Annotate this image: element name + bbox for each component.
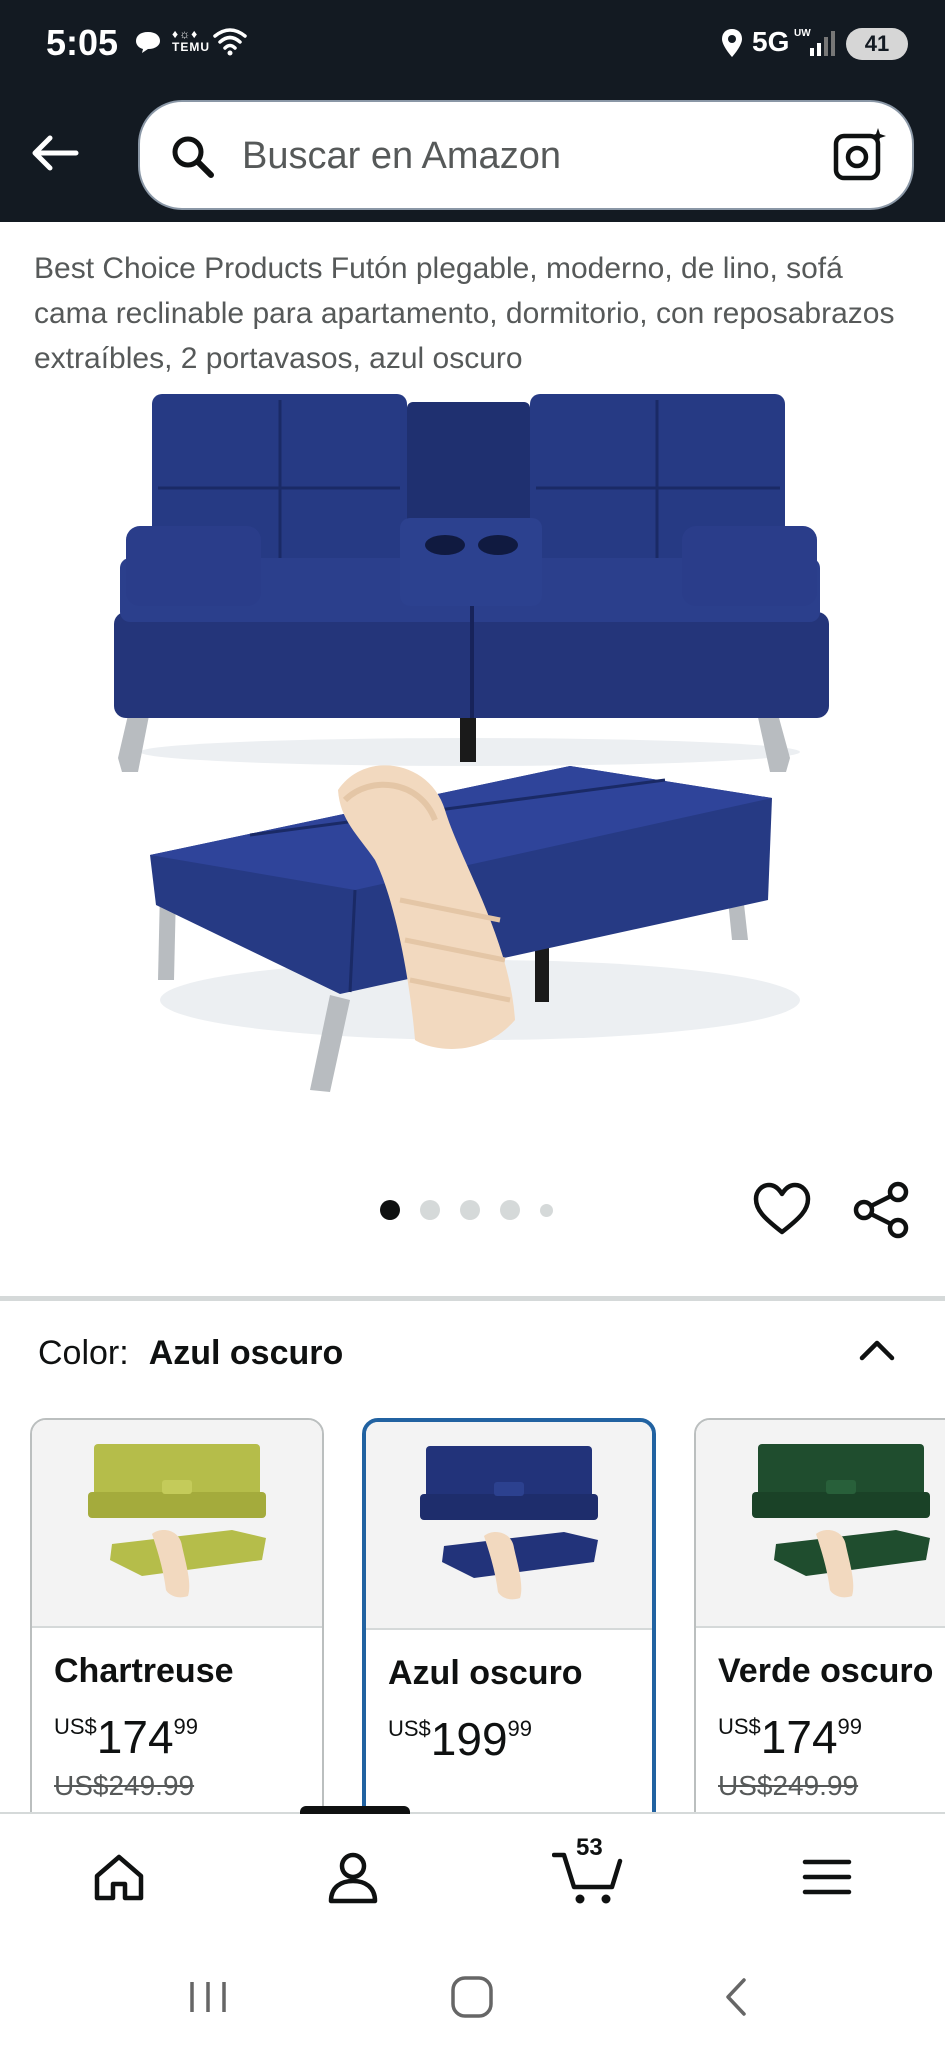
swatch-name: Chartreuse: [54, 1652, 234, 1690]
nav-home-button[interactable]: [84, 1842, 154, 1912]
search-input[interactable]: [242, 130, 802, 182]
swatch-list-price: US$249.99: [718, 1770, 859, 1801]
arrow-left-icon: [32, 135, 79, 171]
swatch-price: US$19999: [388, 1713, 533, 1765]
share-icon[interactable]: [852, 1180, 912, 1240]
section-divider: [0, 1296, 945, 1301]
swatch-name: Verde oscuro: [718, 1652, 934, 1690]
system-nav-bar: [0, 1942, 945, 2048]
nav-account-button[interactable]: [318, 1842, 388, 1912]
network-type: 5G: [752, 26, 790, 57]
account-icon: [328, 1852, 378, 1904]
carousel-dot[interactable]: [380, 1200, 400, 1220]
wifi-icon: [213, 28, 247, 56]
color-swatch-azul-oscuro[interactable]: Azul oscuro US$19999: [362, 1418, 656, 1812]
status-bar: 5:05 ♦☼♦ TEMU 5G UW 41: [0, 0, 945, 92]
swatch-image: [696, 1420, 945, 1628]
chevron-up-icon[interactable]: [850, 1326, 904, 1372]
product-title[interactable]: Best Choice Products Futón plegable, mod…: [34, 246, 914, 381]
carousel-dot[interactable]: [420, 1200, 440, 1220]
signal-icon: [810, 31, 835, 56]
active-tab-indicator: [300, 1806, 410, 1814]
color-selector-header[interactable]: Color: Azul oscuro: [38, 1334, 343, 1373]
temu-notification-icon: ♦☼♦ TEMU: [172, 27, 210, 54]
image-carousel-dots[interactable]: [380, 1198, 553, 1222]
swatch-name: Azul oscuro: [388, 1654, 583, 1692]
swatch-price: US$17499: [718, 1711, 863, 1763]
carousel-dot[interactable]: [460, 1200, 480, 1220]
search-bar[interactable]: [138, 100, 914, 210]
message-icon: [136, 32, 160, 53]
status-time: 5:05: [46, 22, 119, 63]
swatch-image: [32, 1420, 322, 1628]
back-button[interactable]: [22, 120, 88, 186]
search-icon[interactable]: [168, 132, 216, 180]
color-label: Color:: [38, 1334, 129, 1372]
home-system-icon[interactable]: [442, 1972, 502, 2022]
color-swatch-verde-oscuro[interactable]: Verde oscuro US$17499 US$249.99: [694, 1418, 945, 1812]
swatch-list-price: US$249.99: [54, 1770, 195, 1801]
color-swatches: Chartreuse US$17499 US$249.99 Azul oscur…: [0, 1418, 945, 1812]
swatch-price: US$17499: [54, 1711, 199, 1763]
home-icon: [94, 1854, 144, 1901]
nav-cart-button[interactable]: 53: [550, 1834, 626, 1912]
cart-count-badge: 53: [576, 1834, 603, 1861]
camera-search-icon[interactable]: [830, 124, 890, 184]
carousel-dot[interactable]: [540, 1203, 553, 1217]
location-icon: [722, 29, 742, 57]
heart-icon[interactable]: [752, 1180, 812, 1240]
carousel-dot[interactable]: [500, 1200, 520, 1220]
selected-color-value: Azul oscuro: [148, 1334, 344, 1372]
sofa-flat-image: [150, 765, 800, 1092]
swatch-image: [366, 1422, 652, 1630]
product-image[interactable]: [100, 380, 840, 1120]
recent-apps-icon[interactable]: [178, 1972, 238, 2022]
menu-icon: [802, 1859, 852, 1895]
bottom-nav: 53: [0, 1806, 945, 1942]
app-header: [0, 92, 945, 222]
back-system-icon[interactable]: [706, 1972, 766, 2022]
sofa-upright-image: [114, 394, 829, 772]
color-swatch-chartreuse[interactable]: Chartreuse US$17499 US$249.99: [30, 1418, 324, 1812]
nav-menu-button[interactable]: [792, 1842, 862, 1912]
battery-indicator: 41: [846, 28, 908, 60]
